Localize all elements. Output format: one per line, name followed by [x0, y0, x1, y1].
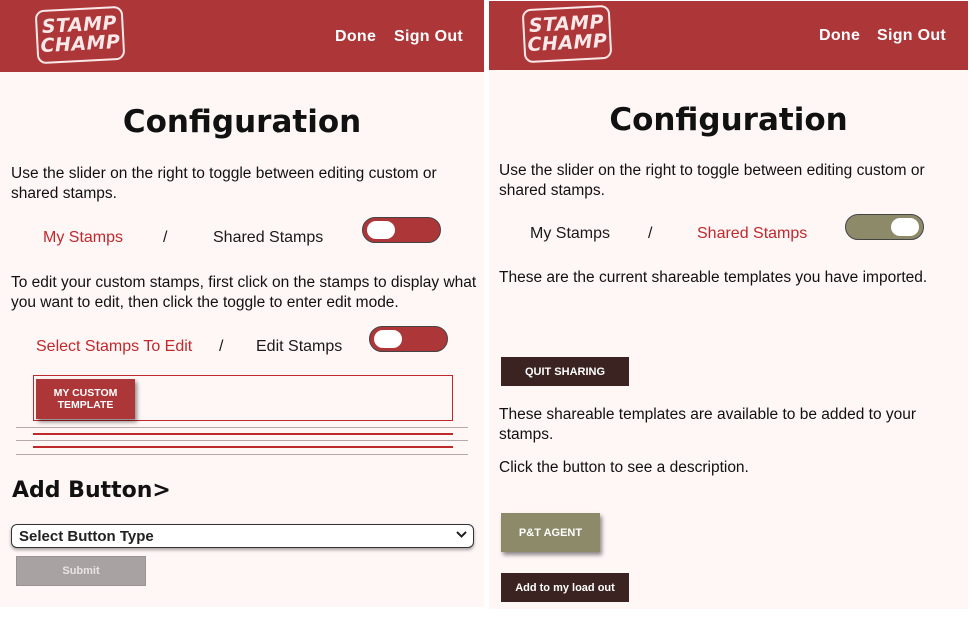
stamp-label-line-1: MY CUSTOM: [53, 387, 118, 399]
divider: [16, 440, 468, 441]
button-type-select[interactable]: Select Button Type: [11, 524, 474, 548]
toggle-knob: [374, 330, 402, 348]
chevron-down-icon: [456, 528, 467, 542]
sign-out-link[interactable]: Sign Out: [877, 27, 946, 45]
edit-intro-text: To edit your custom stamps, first click …: [11, 274, 477, 311]
header: STAMP CHAMP Done Sign Out: [0, 0, 484, 72]
divider: [33, 446, 453, 448]
toggle-knob: [891, 218, 919, 236]
add-to-loadout-button[interactable]: Add to my load out: [501, 573, 629, 602]
click-description-text: Click the button to see a description.: [499, 459, 749, 476]
done-link[interactable]: Done: [335, 28, 376, 46]
edit-mode-toggle[interactable]: [369, 326, 448, 352]
divider: [33, 433, 453, 435]
edit-stamps-label[interactable]: Edit Stamps: [256, 338, 342, 356]
intro-text: Use the slider on the right to toggle be…: [499, 162, 925, 199]
stamps-mode-toggle[interactable]: [845, 214, 924, 240]
sign-out-link[interactable]: Sign Out: [394, 28, 463, 46]
page-title: Configuration: [122, 104, 362, 140]
toggle-separator: /: [648, 225, 653, 242]
divider: [16, 427, 468, 428]
left-panel: STAMP CHAMP Done Sign Out Configuration …: [0, 0, 484, 607]
quit-sharing-button[interactable]: QUIT SHARING: [501, 357, 629, 386]
divider: [16, 454, 468, 455]
app-root: STAMP CHAMP Done Sign Out Configuration …: [0, 0, 970, 619]
imported-text: These are the current shareable template…: [499, 269, 928, 286]
logo-line-2: CHAMP: [526, 29, 608, 57]
done-link[interactable]: Done: [819, 27, 860, 45]
my-stamps-label[interactable]: My Stamps: [43, 229, 123, 247]
page-title: Configuration: [609, 102, 848, 138]
available-text: These shareable templates are available …: [499, 406, 917, 443]
select-stamps-label[interactable]: Select Stamps To Edit: [36, 338, 192, 356]
template-button[interactable]: P&T AGENT: [501, 513, 600, 552]
my-stamps-label[interactable]: My Stamps: [530, 225, 610, 243]
submit-button[interactable]: Submit: [16, 556, 146, 586]
stamp-button[interactable]: MY CUSTOM TEMPLATE: [36, 379, 135, 419]
shared-stamps-label[interactable]: Shared Stamps: [213, 229, 323, 247]
toggle-knob: [367, 221, 395, 239]
add-button-heading: Add Button>: [12, 478, 171, 503]
stamp-label-line-2: TEMPLATE: [57, 399, 114, 411]
stamp-champ-logo[interactable]: STAMP CHAMP: [34, 5, 126, 65]
select-value: Select Button Type: [19, 528, 154, 545]
toggle-separator: /: [163, 229, 168, 246]
stamps-mode-toggle[interactable]: [362, 217, 441, 243]
shared-stamps-label[interactable]: Shared Stamps: [697, 225, 807, 243]
logo-line-2: CHAMP: [39, 30, 121, 58]
stamp-champ-logo[interactable]: STAMP CHAMP: [521, 4, 613, 64]
intro-text: Use the slider on the right to toggle be…: [11, 165, 437, 202]
right-panel: STAMP CHAMP Done Sign Out Configuration …: [489, 1, 968, 609]
toggle-separator: /: [219, 338, 224, 355]
header: STAMP CHAMP Done Sign Out: [489, 1, 968, 70]
